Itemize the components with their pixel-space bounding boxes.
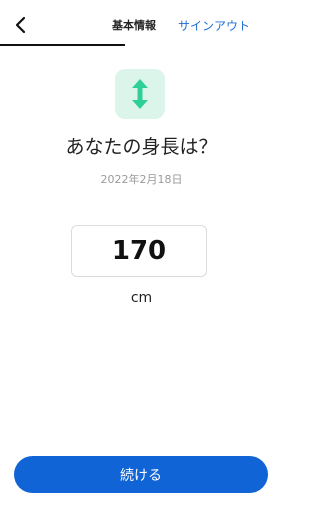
question-title: あなたの身長は？ [65, 136, 218, 158]
chevron-left-icon [15, 16, 26, 34]
header: 基本情報 サインアウト [0, 0, 283, 48]
height-icon-badge [115, 69, 165, 119]
progress-fill [0, 44, 125, 46]
back-button[interactable] [8, 12, 34, 38]
height-value: 170 [111, 236, 167, 266]
height-input[interactable]: 170 [71, 225, 207, 277]
question-date: 2022年2月18日 [100, 173, 183, 186]
signout-link[interactable]: サインアウト [178, 17, 250, 34]
progress-bar [0, 44, 283, 46]
page-title: 基本情報 [112, 19, 156, 32]
vertical-arrows-icon [132, 79, 148, 109]
continue-button[interactable]: 続ける [14, 456, 268, 493]
continue-button-label: 続ける [120, 467, 162, 484]
height-unit: cm [130, 290, 153, 306]
